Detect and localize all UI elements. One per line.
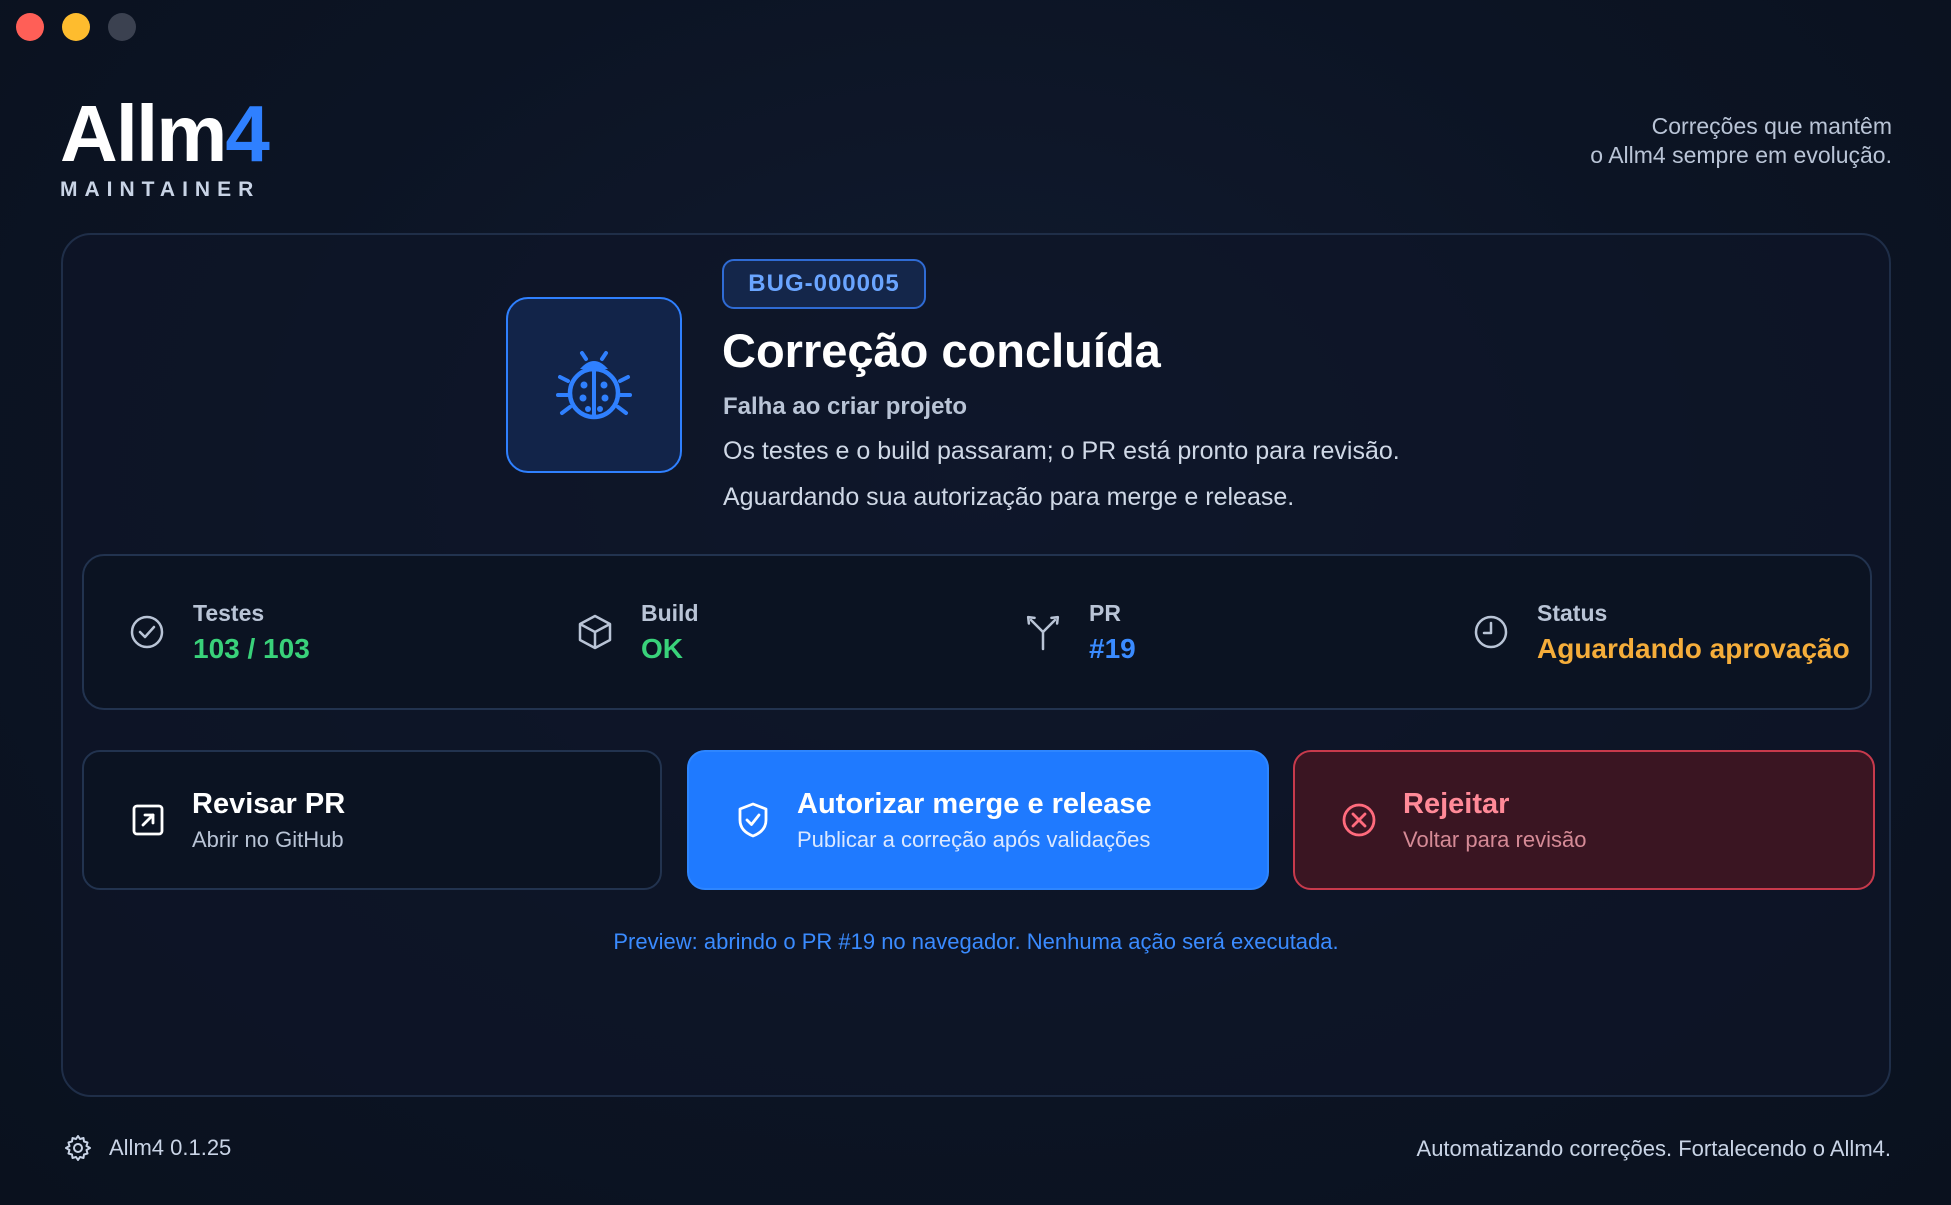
stat-tests: Testes 103 / 103 <box>127 556 310 708</box>
approve-merge-button[interactable]: Autorizar merge e release Publicar a cor… <box>687 750 1269 890</box>
stat-pr-label: PR <box>1089 599 1121 626</box>
reject-button[interactable]: Rejeitar Voltar para revisão <box>1293 750 1875 890</box>
issue-description-1: Os testes e o build passaram; o PR está … <box>723 437 1400 465</box>
version-label: Allm4 0.1.25 <box>109 1135 232 1160</box>
stats-panel: Testes 103 / 103 Build OK PR #19 Status … <box>82 554 1872 710</box>
app-window: Allm4 MAINTAINER Correções que mantêm o … <box>0 0 1951 1205</box>
shield-check-icon <box>733 800 773 840</box>
bug-id-badge: BUG-000005 <box>722 259 926 309</box>
stat-build-label: Build <box>641 599 699 626</box>
box-icon <box>575 612 615 652</box>
minimize-window-button[interactable] <box>62 13 90 41</box>
tagline: Correções que mantêm o Allm4 sempre em e… <box>1590 112 1892 170</box>
gear-icon[interactable] <box>64 1134 92 1162</box>
brand-logo: Allm4 MAINTAINER <box>60 94 270 202</box>
external-link-icon <box>128 800 168 840</box>
logo-wordmark: Allm4 <box>60 94 270 174</box>
stat-status-value: Aguardando aprovação <box>1537 632 1850 664</box>
logo-main: Allm <box>60 89 227 178</box>
review-pr-button[interactable]: Revisar PR Abrir no GitHub <box>82 750 662 890</box>
stat-pr-value[interactable]: #19 <box>1089 633 1136 665</box>
stat-build-value: OK <box>641 632 683 664</box>
issue-subtitle: Falha ao criar projeto <box>723 393 968 420</box>
preview-notice: Preview: abrindo o PR #19 no navegador. … <box>613 929 1339 954</box>
stat-build: Build OK <box>575 556 699 708</box>
stat-tests-value: 103 / 103 <box>193 632 310 664</box>
window-controls <box>16 13 136 41</box>
x-circle-icon <box>1339 800 1379 840</box>
stat-tests-label: Testes <box>193 599 265 626</box>
page-title: Correção concluída <box>722 324 1161 377</box>
footer-slogan: Automatizando correções. Fortalecendo o … <box>1416 1136 1891 1161</box>
close-window-button[interactable] <box>16 13 44 41</box>
stat-status-label: Status <box>1537 599 1608 626</box>
reject-title: Rejeitar <box>1403 787 1510 820</box>
reject-subtitle: Voltar para revisão <box>1403 826 1587 852</box>
bug-icon <box>556 351 632 420</box>
clock-icon <box>1471 612 1511 652</box>
approve-merge-title: Autorizar merge e release <box>797 787 1152 820</box>
merge-icon <box>1023 612 1063 652</box>
logo-accent: 4 <box>225 89 269 178</box>
maximize-window-button[interactable] <box>108 13 136 41</box>
review-pr-subtitle: Abrir no GitHub <box>192 826 344 852</box>
footer-version: Allm4 0.1.25 <box>64 1134 231 1162</box>
bug-icon-box <box>506 297 682 473</box>
review-pr-title: Revisar PR <box>192 787 346 820</box>
check-circle-icon <box>127 612 167 652</box>
stat-pr: PR #19 <box>1023 556 1136 708</box>
approve-merge-subtitle: Publicar a correção após validações <box>797 826 1151 852</box>
main-card: BUG-000005 Correção concluída Falha ao c… <box>61 233 1891 1097</box>
logo-subtitle: MAINTAINER <box>60 178 261 201</box>
stat-status: Status Aguardando aprovação <box>1471 556 1850 708</box>
tagline-line-1: Correções que mantêm <box>1651 113 1892 139</box>
tagline-line-2: o Allm4 sempre em evolução. <box>1590 142 1892 168</box>
issue-description-2: Aguardando sua autorização para merge e … <box>723 483 1295 511</box>
